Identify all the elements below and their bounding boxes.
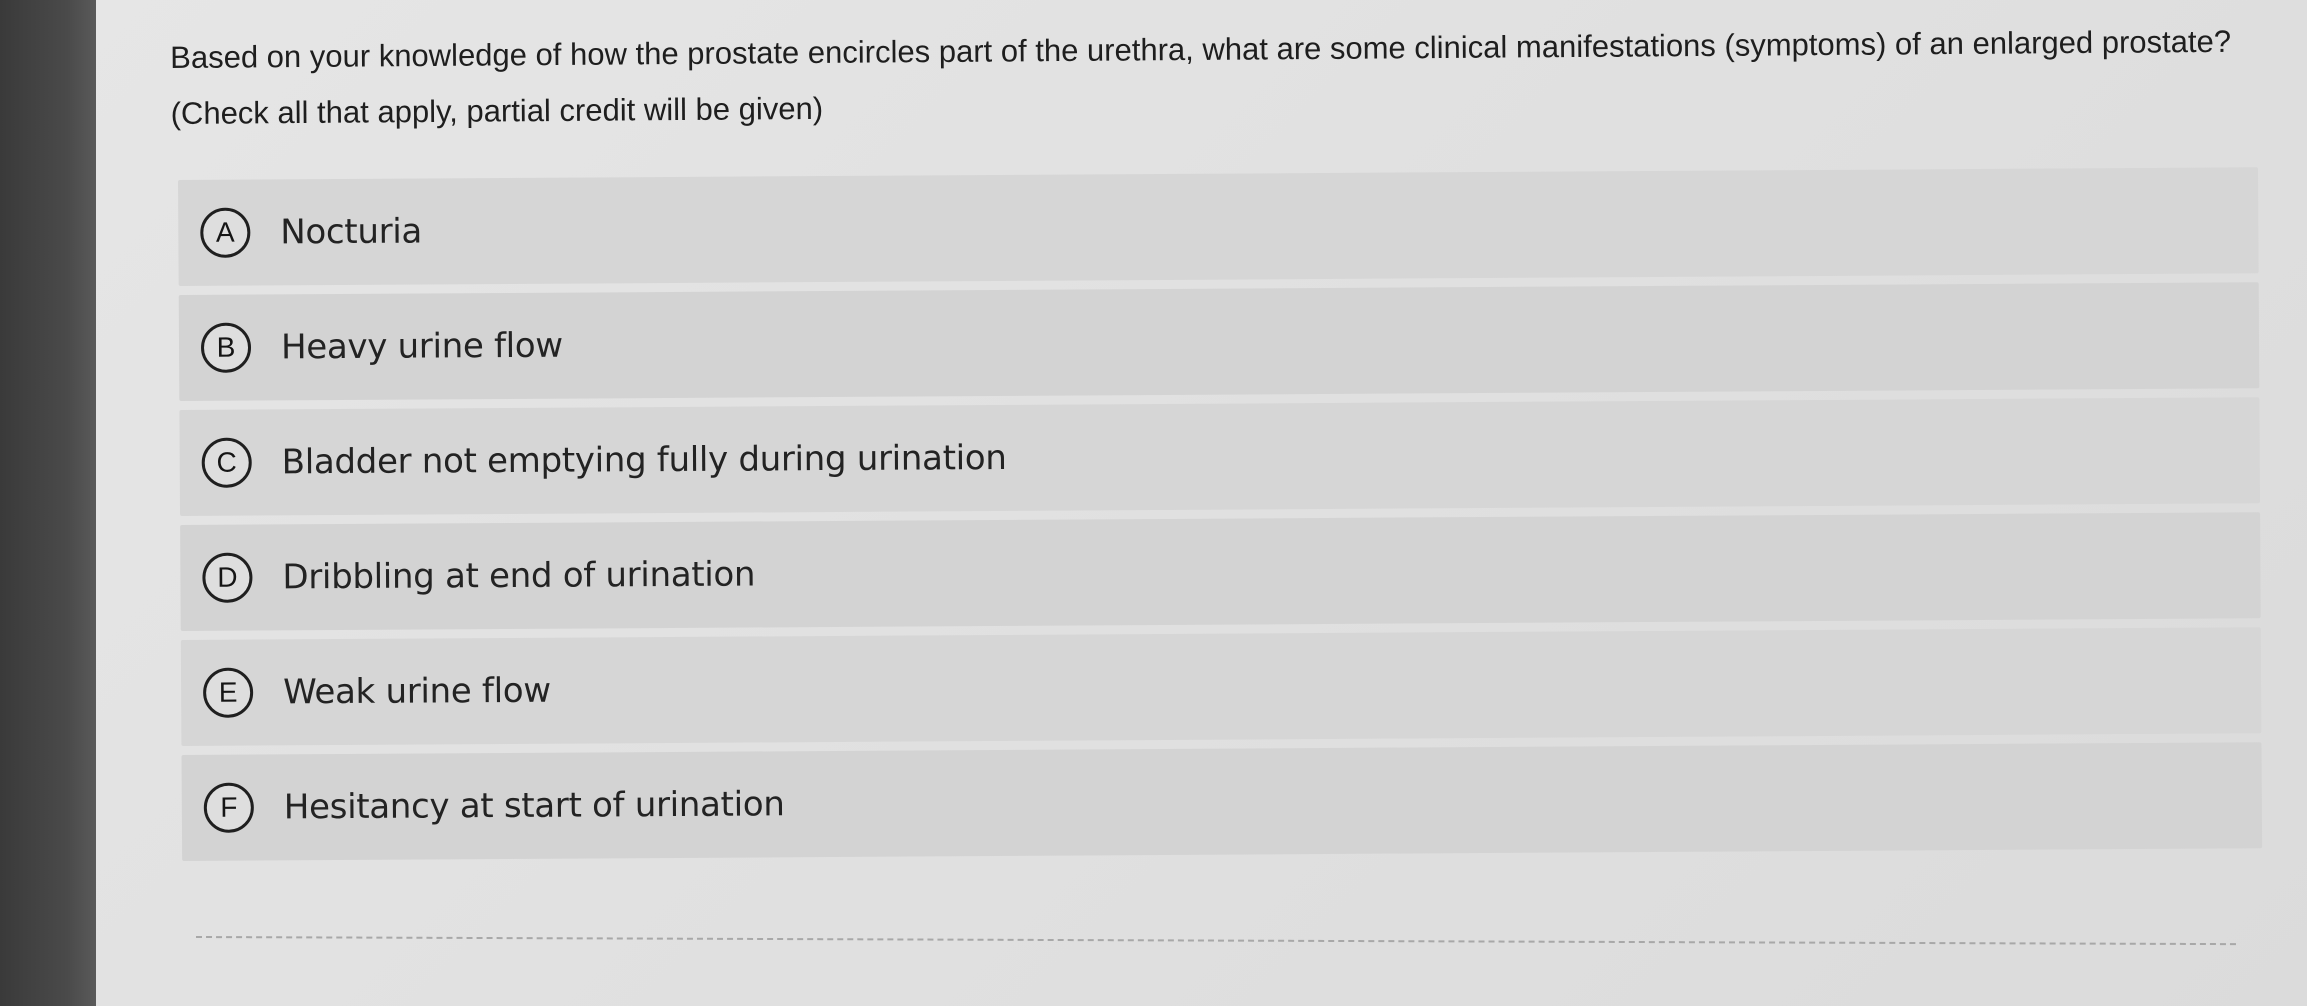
option-c-label: Bladder not emptying fully during urinat… — [281, 437, 1007, 483]
option-e[interactable]: E Weak urine flow — [180, 627, 2262, 746]
option-e-letter-badge: E — [202, 667, 254, 718]
option-d-label: Dribbling at end of urination — [282, 554, 756, 598]
option-a[interactable]: A Nocturia — [178, 167, 2259, 286]
option-a-letter-badge: A — [200, 207, 251, 258]
option-c[interactable]: C Bladder not emptying fully during urin… — [179, 397, 2261, 516]
question-prompt: Based on your knowledge of how the prost… — [170, 23, 2232, 131]
section-divider — [195, 936, 2236, 946]
option-b[interactable]: B Heavy urine flow — [178, 282, 2260, 401]
quiz-content: Based on your knowledge of how the prost… — [96, 0, 2307, 1006]
option-b-label: Heavy urine flow — [280, 325, 563, 368]
option-f-label: Hesitancy at start of urination — [283, 784, 785, 828]
option-c-letter-badge: C — [201, 437, 252, 488]
monitor-bezel — [0, 0, 96, 1006]
option-b-letter-badge: B — [200, 322, 252, 373]
option-a-label: Nocturia — [280, 211, 423, 253]
option-d[interactable]: D Dribbling at end of urination — [180, 512, 2261, 631]
answer-options-list: A Nocturia B Heavy urine flow C Bladder … — [178, 167, 2263, 870]
option-d-letter-badge: D — [202, 552, 253, 603]
screen: Based on your knowledge of how the prost… — [0, 0, 2307, 1006]
option-f-letter-badge: F — [203, 782, 254, 833]
option-e-label: Weak urine flow — [283, 670, 551, 713]
option-f[interactable]: F Hesitancy at start of urination — [181, 742, 2263, 861]
